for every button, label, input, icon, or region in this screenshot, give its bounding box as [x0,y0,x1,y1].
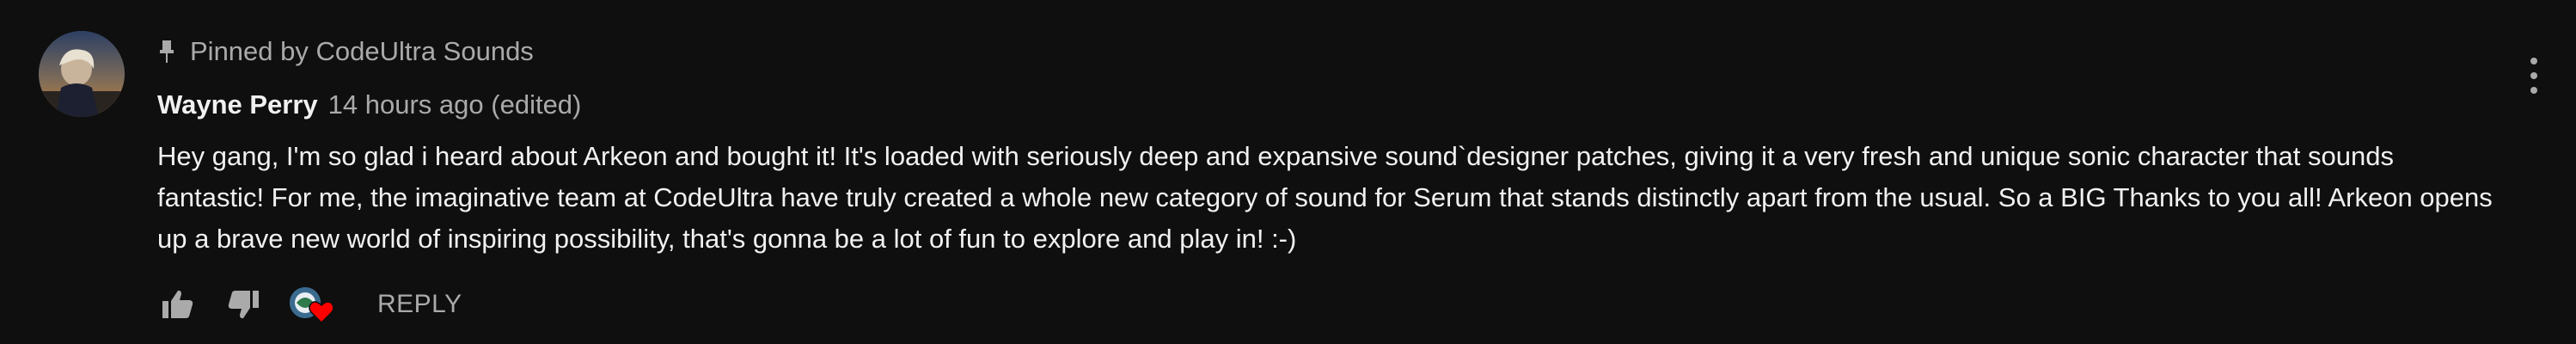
author-name[interactable]: Wayne Perry [157,89,318,120]
creator-heart-icon [309,299,334,323]
comment-header: Wayne Perry 14 hours ago (edited) [157,84,581,126]
pinned-indicator: Pinned by CodeUltra Sounds [157,31,534,72]
comment-body: Hey gang, I'm so glad i heard about Arke… [157,141,2493,254]
more-vert-icon [2530,58,2537,94]
thumbs-down-icon [228,291,259,319]
reply-button[interactable]: REPLY [374,285,466,324]
dislike-button[interactable] [223,284,264,325]
comment-timestamp[interactable]: 14 hours ago (edited) [328,89,582,120]
comment-actions: REPLY [157,282,466,327]
pin-icon [157,38,178,65]
like-button[interactable] [157,284,199,325]
avatar-image [39,31,125,117]
more-actions-button[interactable] [2518,52,2549,100]
thumbs-up-icon [162,290,193,318]
author-avatar[interactable] [39,31,125,117]
creator-heart-badge [290,284,338,325]
pinned-label: Pinned by CodeUltra Sounds [190,36,534,66]
comment-thread: Pinned by CodeUltra Sounds Wayne Perry 1… [0,0,2576,344]
